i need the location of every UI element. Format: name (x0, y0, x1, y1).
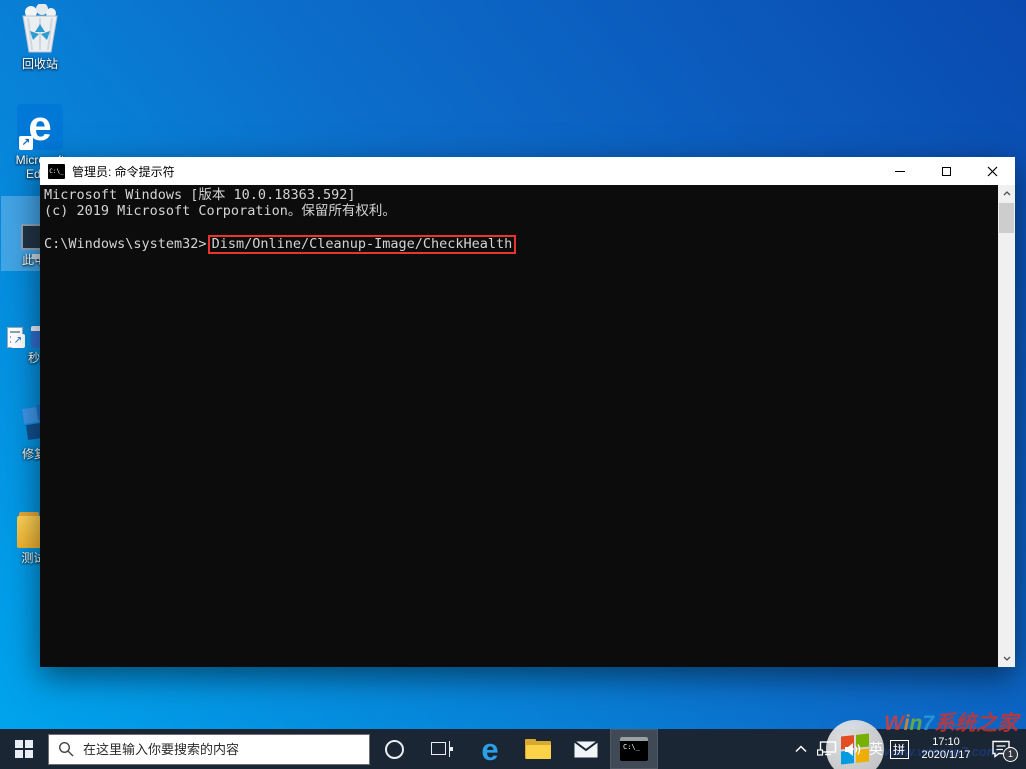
recycle-bin-icon (1, 4, 79, 54)
clock-time: 17:10 (932, 736, 960, 748)
clock-button[interactable]: 17:10 2020/1/17 (912, 729, 980, 769)
scroll-up-icon[interactable] (998, 185, 1015, 202)
volume-button[interactable] (840, 729, 866, 769)
search-icon (58, 741, 74, 757)
windows-logo-icon (15, 740, 33, 758)
file-explorer-button[interactable] (514, 729, 562, 769)
desktop-icon-recycle-bin[interactable]: 回收站 (1, 4, 79, 71)
ime-language-button[interactable]: 英 (866, 729, 886, 769)
mail-icon (574, 740, 598, 757)
speaker-icon (845, 742, 861, 756)
titlebar[interactable]: C:\_ 管理员: 命令提示符 (40, 157, 1015, 185)
notification-badge: 1 (1003, 747, 1018, 762)
desktop-icon-label: 回收站 (21, 57, 58, 71)
edge-icon: e (481, 731, 499, 767)
start-button[interactable] (0, 729, 48, 769)
task-view-button[interactable] (418, 729, 466, 769)
console-line-copyright: (c) 2019 Microsoft Corporation。保留所有权利。 (44, 203, 396, 219)
console-scrollbar[interactable] (998, 185, 1015, 667)
mail-button[interactable] (562, 729, 610, 769)
minimize-button[interactable] (877, 157, 923, 185)
console-output[interactable]: Microsoft Windows [版本 10.0.18363.592] (c… (40, 185, 1015, 667)
console-prompt: C:\Windows\system32> (44, 236, 207, 252)
close-button[interactable] (969, 157, 1015, 185)
cmd-window: C:\_ 管理员: 命令提示符 Microsoft Windows [版本 10… (40, 157, 1015, 667)
scrollbar-thumb[interactable] (999, 203, 1014, 233)
chevron-up-icon (795, 745, 807, 753)
search-input[interactable] (83, 741, 360, 757)
minimize-icon (895, 170, 905, 172)
cortana-icon (384, 739, 404, 759)
console-line-version: Microsoft Windows [版本 10.0.18363.592] (44, 187, 356, 203)
cmd-icon: C:\_ (620, 737, 648, 761)
network-icon (817, 741, 837, 756)
edge-icon: e ↗ (17, 104, 63, 150)
ime-pinyin-icon: 拼 (889, 739, 909, 759)
cmd-taskbar-button[interactable]: C:\_ (610, 729, 658, 769)
cmd-title-icon: C:\_ (48, 163, 65, 179)
cortana-button[interactable] (370, 729, 418, 769)
shortcut-arrow-icon: ↗ (11, 334, 25, 348)
edge-taskbar-button[interactable]: e (466, 729, 514, 769)
maximize-button[interactable] (923, 157, 969, 185)
network-button[interactable] (814, 729, 840, 769)
window-title: 管理员: 命令提示符 (72, 164, 175, 179)
clock-date: 2020/1/17 (921, 749, 971, 761)
ime-pinyin-button[interactable]: 拼 (886, 729, 912, 769)
taskbar-search[interactable] (48, 733, 370, 765)
task-view-icon (431, 741, 453, 757)
taskbar: e C:\_ (0, 729, 1026, 769)
file-explorer-icon (525, 739, 551, 759)
console-prompt-line: C:\Windows\system32> Dism/Online/Cleanup-… (44, 235, 994, 254)
notification-center-button[interactable]: 1 (980, 729, 1022, 769)
maximize-icon (941, 166, 951, 176)
shortcut-arrow-icon: ↗ (19, 136, 33, 150)
close-icon (987, 166, 997, 176)
scroll-down-icon[interactable] (998, 650, 1015, 667)
system-tray: 英 拼 17:10 2020/1/17 1 (788, 729, 1026, 769)
tray-overflow-button[interactable] (788, 729, 814, 769)
console-command-highlighted: Dism/Online/Cleanup-Image/CheckHealth (207, 235, 517, 254)
